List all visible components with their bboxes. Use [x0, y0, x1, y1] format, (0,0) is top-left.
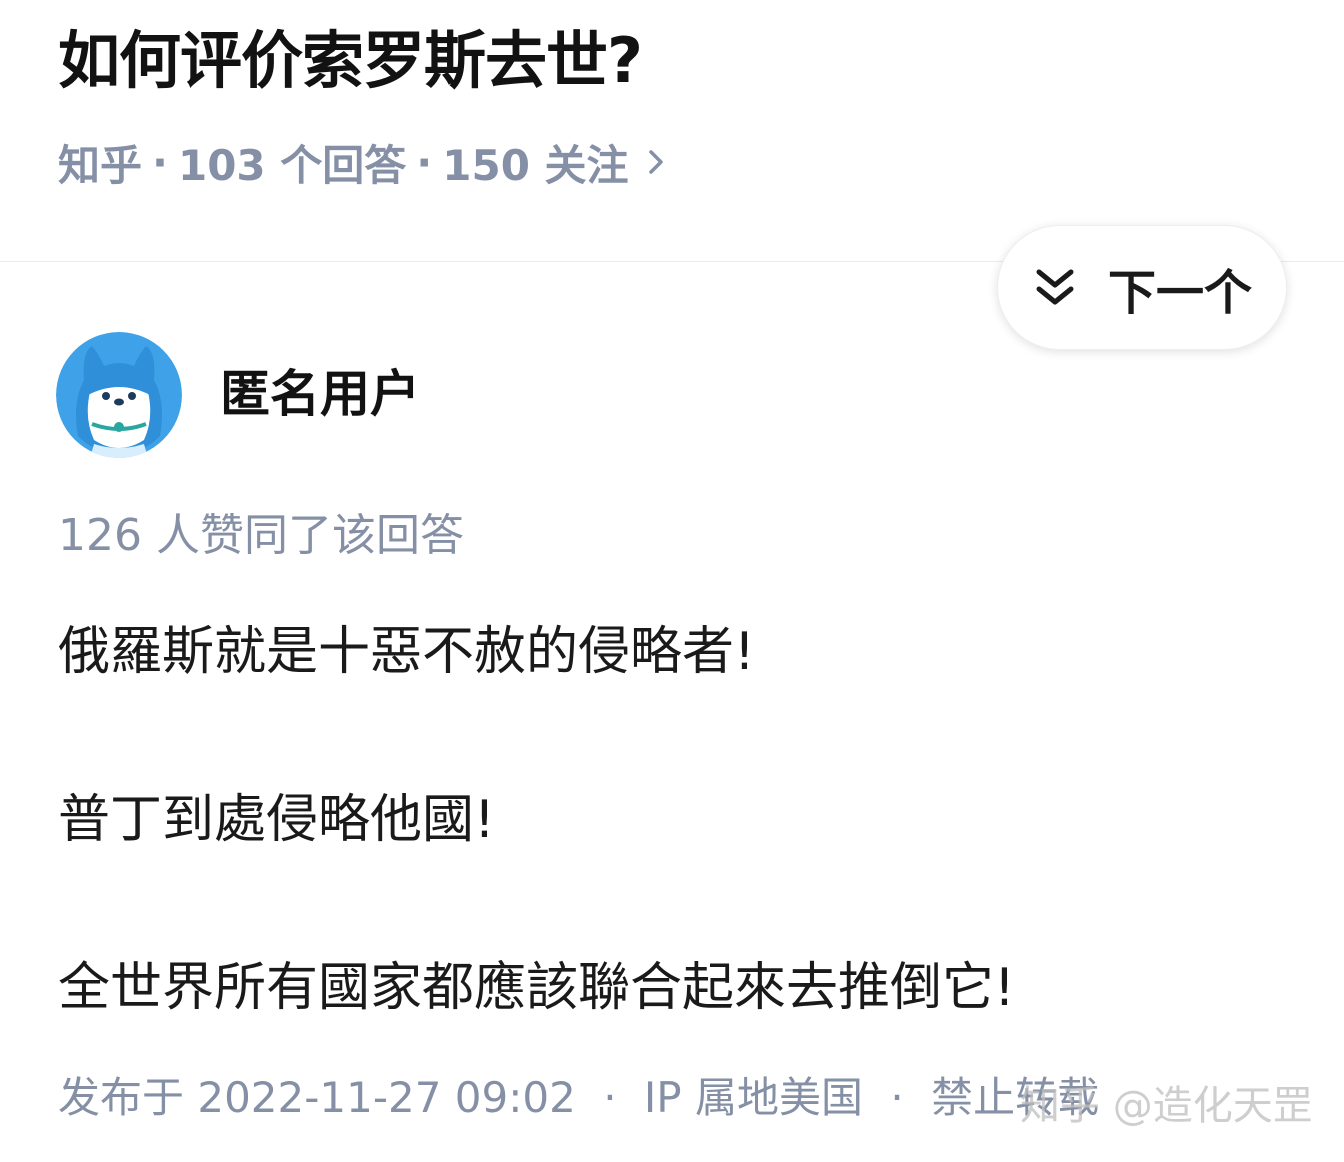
anonymous-mascot-icon [56, 332, 182, 458]
avatar[interactable] [56, 332, 182, 458]
watermark: 知乎 @造化天罡 [1020, 1083, 1313, 1129]
answer-paragraph: 普丁到處侵略他國! [58, 790, 495, 850]
ip-location: IP 属地美国 [643, 1073, 863, 1122]
source-label: 知乎 [58, 140, 143, 190]
followers-count: 150 关注 [442, 140, 629, 190]
question-title: 如何评价索罗斯去世? [58, 24, 643, 97]
footer-separator: · [890, 1073, 904, 1122]
meta-separator: · [152, 137, 168, 187]
vote-count: 126 人赞同了该回答 [58, 510, 464, 561]
next-answer-button[interactable]: 下一个 [997, 225, 1287, 350]
publish-time: 发布于 2022-11-27 09:02 [58, 1073, 576, 1122]
answer-paragraph: 全世界所有國家都應該聯合起來去推倒它! [58, 958, 1015, 1018]
meta-separator: · [416, 137, 433, 187]
double-chevron-down-icon [1032, 265, 1078, 311]
next-answer-label: 下一个 [1107, 264, 1252, 321]
answer-paragraph: 俄羅斯就是十惡不赦的侵略者! [58, 622, 755, 682]
author-name[interactable]: 匿名用户 [220, 362, 420, 426]
answers-count: 103 个回答 [177, 140, 407, 190]
footer-separator: · [603, 1073, 617, 1122]
answer-footer: 发布于 2022-11-27 09:02 · IP 属地美国 · 禁止转载 [58, 1070, 1099, 1126]
question-meta-link[interactable]: 知乎 · 103 个回答 · 150 关注 [58, 132, 667, 192]
chevron-right-icon [647, 146, 667, 178]
